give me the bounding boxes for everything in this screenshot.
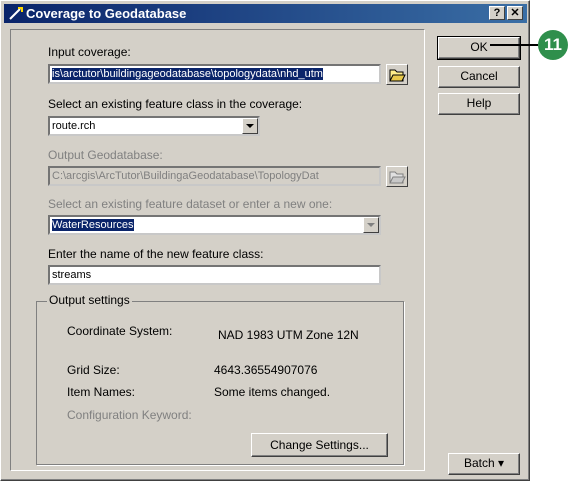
input-coverage-field[interactable]: is\arctutor\buildingageodatabase\topolog… xyxy=(48,64,381,84)
feature-class-label: Select an existing feature class in the … xyxy=(48,97,303,111)
input-coverage-label: Input coverage: xyxy=(48,45,131,59)
input-coverage-value: is\arctutor\buildingageodatabase\topolog… xyxy=(52,68,323,80)
browse-coverage-button[interactable] xyxy=(386,64,408,85)
change-settings-button[interactable]: Change Settings... xyxy=(251,433,388,457)
help-button[interactable]: Help xyxy=(438,93,520,115)
new-class-input[interactable]: streams xyxy=(48,265,381,285)
item-names-value: Some items changed. xyxy=(214,385,331,399)
feature-class-dropdown[interactable]: route.rch xyxy=(48,116,260,136)
step-callout-badge: 11 xyxy=(538,30,568,60)
batch-button[interactable]: Batch ▾ xyxy=(448,453,520,475)
close-button[interactable]: ✕ xyxy=(507,6,523,20)
dialog-window: Coverage to Geodatabase ? ✕ Input covera… xyxy=(0,0,530,481)
output-settings-title: Output settings xyxy=(47,293,132,307)
browse-gdb-button xyxy=(386,166,408,187)
window-title: Coverage to Geodatabase xyxy=(26,6,187,21)
title-bar[interactable]: Coverage to Geodatabase ? ✕ xyxy=(4,4,527,23)
dataset-label: Select an existing feature dataset or en… xyxy=(48,197,333,211)
cancel-button[interactable]: Cancel xyxy=(438,66,520,88)
config-keyword-label: Configuration Keyword: xyxy=(67,408,192,422)
tool-icon xyxy=(9,7,23,20)
feature-class-value: route.rch xyxy=(52,120,96,132)
new-class-value: streams xyxy=(52,269,92,281)
chevron-down-icon[interactable] xyxy=(242,118,258,134)
open-folder-icon xyxy=(389,171,406,184)
dataset-value: WaterResources xyxy=(52,219,134,231)
output-gdb-field: C:\arcgis\ArcTutor\BuildingaGeodatabase\… xyxy=(48,166,381,186)
chevron-down-icon[interactable] xyxy=(363,217,379,233)
new-class-label: Enter the name of the new feature class: xyxy=(48,247,264,261)
output-gdb-label: Output Geodatabase: xyxy=(48,148,163,162)
grid-size-label: Grid Size: xyxy=(67,363,120,377)
open-folder-icon xyxy=(389,69,406,82)
dataset-combobox[interactable]: WaterResources xyxy=(48,215,381,235)
coord-system-value: NAD 1983 UTM Zone 12N xyxy=(218,328,359,342)
item-names-label: Item Names: xyxy=(67,385,136,399)
grid-size-value: 4643.36554907076 xyxy=(214,363,318,377)
ok-button[interactable]: OK xyxy=(437,36,521,60)
output-gdb-value: C:\arcgis\ArcTutor\BuildingaGeodatabase\… xyxy=(52,170,319,182)
help-title-button[interactable]: ? xyxy=(489,6,505,20)
callout-pointer xyxy=(490,44,538,46)
coord-system-label: Coordinate System: xyxy=(67,324,173,338)
